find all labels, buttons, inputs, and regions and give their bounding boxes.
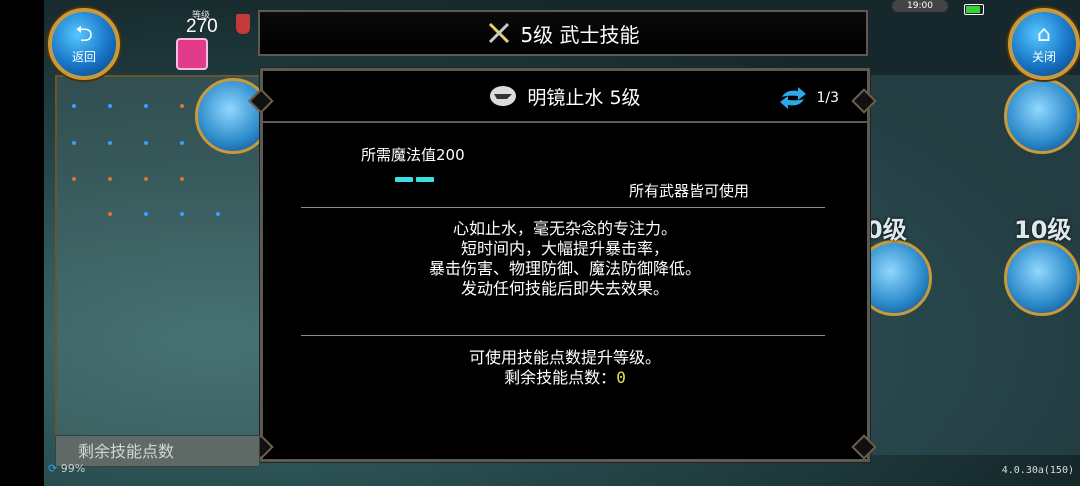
skill-name: 明镜止水 5级 [527, 86, 641, 109]
mp-cost-bars [395, 167, 437, 186]
page-text: 1/3 [816, 90, 839, 106]
letterbox-left [0, 0, 44, 486]
level-value: 270 [186, 16, 218, 37]
refresh-icon: ⟳ [48, 462, 58, 475]
skill-detail-dialog: 明镜止水 5级 1/3 所需魔法值200 所有武器皆可使用 心如止水，毫无杂念的… [260, 68, 870, 462]
gift-icon[interactable] [176, 38, 208, 70]
crossed-swords-icon [489, 22, 510, 44]
skill-orb-10-right[interactable] [1004, 240, 1080, 316]
description-line: 心如止水，毫无杂念的专注力。 [452, 219, 677, 238]
potion-icon [236, 14, 250, 34]
divider [301, 207, 825, 208]
mp-requirement: 所需魔法值200 [361, 146, 465, 164]
page-indicator[interactable]: 1/3 [778, 87, 839, 109]
skill-orb-right-top[interactable] [1004, 78, 1080, 154]
remaining-points-panel: 剩余技能点数 [55, 435, 260, 467]
close-button[interactable]: ⌂ 关闭 [1008, 8, 1080, 80]
clock-display: 19:00 [892, 0, 948, 12]
description-line: 短时间内，大幅提升暴击率， [460, 239, 669, 258]
back-label: 返回 [71, 49, 96, 64]
description-line: 暴击伤害、物理防御、魔法防御降低。 [428, 259, 701, 278]
back-button[interactable]: ⮌ 返回 [48, 8, 120, 80]
remaining-points-value: 0 [616, 368, 626, 387]
home-icon: ⌂ [1037, 21, 1051, 47]
version-label: 4.0.30a(150) [1001, 465, 1074, 476]
clock-text: 19:00 [907, 1, 933, 11]
back-arrow-icon: ⮌ [75, 21, 93, 47]
close-label: 关闭 [1031, 49, 1056, 64]
skill-description: 心如止水，毫无杂念的专注力。 短时间内，大幅提升暴击率， 暴击伤害、物理防御、魔… [263, 219, 867, 299]
weapon-requirement: 所有武器皆可使用 [629, 182, 750, 200]
divider [301, 335, 825, 336]
battery-percent: 99% [60, 462, 86, 475]
battery-icon [964, 4, 984, 15]
skill-header: 明镜止水 5级 [263, 71, 867, 123]
window-title-bar: 5级 武士技能 [258, 10, 868, 56]
remaining-points: 剩余技能点数：0 [263, 364, 867, 388]
window-title: 5级 武士技能 [520, 22, 640, 47]
skill-level-label: 10级 [1014, 216, 1072, 244]
skill-level-label: 0级 [866, 216, 907, 244]
remaining-points-label: 剩余技能点数： [504, 368, 617, 387]
cycle-arrows-icon[interactable] [778, 87, 808, 109]
skill-icon [490, 86, 517, 106]
battery-status: ⟳ 99% [48, 462, 85, 475]
description-line: 发动任何技能后即失去效果。 [460, 279, 669, 298]
